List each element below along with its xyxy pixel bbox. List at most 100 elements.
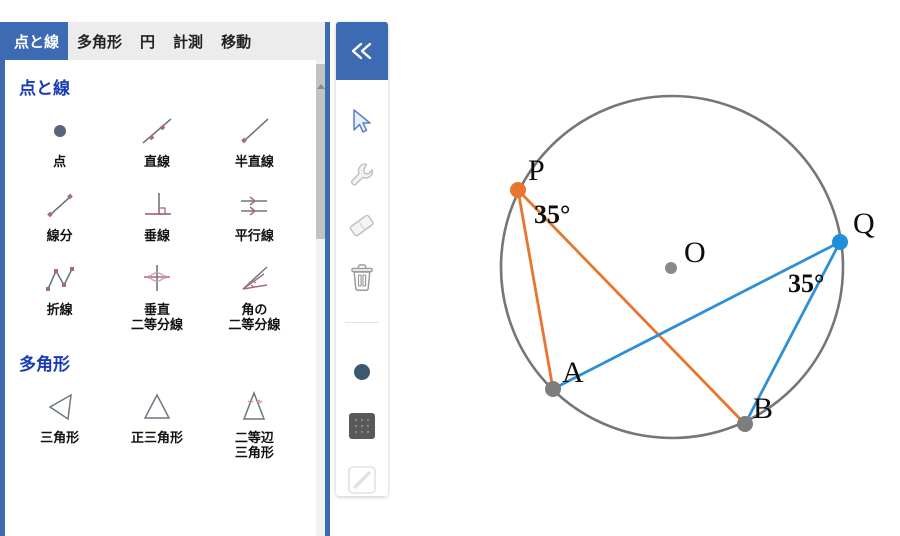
tool-label: 点	[53, 154, 67, 169]
scroll-up-arrow-icon[interactable]	[317, 84, 325, 89]
tool-button-isosceles-triangle[interactable]: 二等辺 三角形	[206, 379, 303, 464]
tool-button-perpendicular-bisector[interactable]: 垂直 二等分線	[108, 251, 205, 336]
point-B[interactable]	[737, 416, 753, 432]
filled-dot-icon	[354, 364, 370, 380]
section-title-0: 点と線	[19, 79, 70, 98]
panel-right-accent-stripe	[325, 22, 330, 536]
segment-icon-wrap	[37, 185, 83, 225]
point-Q[interactable]	[832, 234, 848, 250]
point-label-P: P	[528, 154, 545, 187]
double-chevron-left-icon	[351, 42, 372, 60]
eraser-tool-button[interactable]	[336, 200, 388, 252]
tool-button-point[interactable]: 点	[11, 103, 108, 177]
angle-bisector-icon	[242, 266, 268, 290]
settings-tool-button[interactable]	[336, 148, 388, 200]
tool-label: 平行線	[234, 228, 274, 243]
tab-2[interactable]: 円	[131, 22, 164, 60]
tool-list-scroll-area[interactable]: 点と線点 直線 半直線線分 垂線 平行線折線 垂直 二等分線 角の 二等分線多角形三角形 正三…	[5, 60, 316, 536]
tool-label: 垂線	[143, 228, 170, 243]
equilateral-triangle-icon	[143, 393, 171, 419]
parallel-line-icon-wrap	[231, 185, 277, 225]
tool-label: 角の 二等分線	[228, 302, 281, 332]
tab-label: 移動	[221, 33, 252, 51]
line-icon	[142, 118, 172, 144]
collapse-panel-button[interactable]	[336, 22, 388, 80]
equilateral-triangle-icon-wrap	[134, 387, 180, 427]
tool-label: 半直線	[234, 154, 274, 169]
tool-label: 正三角形	[130, 430, 183, 446]
tool-grid-0: 点 直線 半直線線分 垂線 平行線折線 垂直 二等分線 角の 二等分線	[11, 103, 303, 336]
tool-label: 三角形	[40, 430, 80, 446]
tab-label: 円	[140, 33, 156, 51]
section-title-1: 多角形	[19, 355, 70, 375]
angle-AQB: 35°	[788, 269, 824, 298]
tool-icon-rail	[336, 22, 388, 496]
tool-button-angle-bisector[interactable]: 角の 二等分線	[206, 251, 303, 336]
tool-panel: 点と線 多角形円計測 移動 点と線点直線 半直線 線分 垂線 平行線 折線 垂直 二等分線 角の …	[0, 22, 330, 536]
tool-label: 直線	[143, 154, 170, 169]
dotted-square-icon	[349, 413, 375, 439]
point-icon	[53, 125, 66, 137]
point-icon-wrap	[37, 111, 83, 151]
tool-button-perpendicular-line[interactable]: 垂線	[108, 177, 205, 251]
tab-label: 多角形	[77, 33, 123, 51]
angle-bisector-icon-wrap	[231, 259, 277, 299]
ray-icon	[241, 118, 269, 144]
point-style-button[interactable]	[336, 346, 388, 398]
tool-button-segment[interactable]: 線分	[11, 177, 108, 251]
point-label-Q: Q	[853, 207, 875, 240]
cursor-arrow-icon	[353, 109, 371, 133]
fill-style-button[interactable]	[336, 400, 388, 452]
polyline-icon-wrap	[37, 259, 83, 299]
geometry-canvas[interactable]: P Q A B O 35° 35°	[390, 0, 900, 536]
tool-label: 垂直 二等分線	[130, 302, 183, 332]
tool-button-polyline[interactable]: 折線	[11, 251, 108, 336]
point-label-O: O	[684, 236, 706, 269]
segment-icon	[46, 193, 73, 218]
perpendicular-bisector-icon	[143, 265, 170, 291]
diagonal-stroke-icon	[348, 466, 376, 494]
polyline-icon	[45, 267, 74, 291]
perpendicular-line-icon-wrap	[134, 185, 180, 225]
perpendicular-bisector-icon-wrap	[134, 259, 180, 299]
parallel-line-icon	[241, 196, 268, 216]
point-P[interactable]	[510, 182, 526, 198]
tab-label: 計測	[173, 33, 204, 51]
tool-button-triangle[interactable]: 三角形	[11, 379, 108, 464]
point-label-B: B	[753, 392, 773, 425]
tab-3[interactable]: 計測	[164, 22, 212, 60]
select-tool-button[interactable]	[336, 96, 388, 148]
geometry-figure[interactable]: P Q A B O 35° 35°	[390, 0, 900, 536]
tab-4[interactable]: 移動	[212, 22, 260, 60]
tab-1[interactable]: 多角形	[68, 22, 131, 60]
tool-grid-1: 三角形 正三角形 二等辺 三角形	[11, 379, 303, 464]
trash-icon	[351, 264, 373, 292]
isosceles-triangle-icon-wrap	[231, 387, 277, 427]
tab-label: 点と線	[14, 33, 60, 51]
triangle-icon	[48, 393, 72, 421]
tool-button-parallel-line[interactable]: 平行線	[206, 177, 303, 251]
perpendicular-line-icon	[144, 193, 171, 215]
point-O[interactable]	[665, 262, 677, 274]
rail-divider	[345, 322, 379, 323]
tool-label: 二等辺 三角形	[234, 430, 274, 460]
delete-all-button[interactable]	[336, 252, 388, 304]
wrench-icon	[350, 163, 373, 186]
point-label-A: A	[562, 356, 584, 389]
tool-panel-scrollbar-thumb[interactable]	[316, 64, 325, 239]
eraser-icon	[349, 214, 374, 237]
tool-button-ray[interactable]: 半直線	[206, 103, 303, 177]
line-icon-wrap	[134, 111, 180, 151]
triangle-icon-wrap	[37, 387, 83, 427]
tool-label: 線分	[46, 228, 73, 243]
isosceles-triangle-icon	[243, 391, 266, 420]
tab-0[interactable]: 点と線	[5, 22, 69, 60]
point-A[interactable]	[545, 381, 561, 397]
tool-button-line[interactable]: 直線	[108, 103, 205, 177]
ray-icon-wrap	[231, 111, 277, 151]
tool-category-tab-bar: 点と線 多角形円計測 移動	[5, 22, 325, 60]
tool-button-equilateral-triangle[interactable]: 正三角形	[108, 379, 205, 464]
line-style-button[interactable]	[336, 454, 388, 506]
angle-APB: 35°	[534, 200, 570, 229]
tool-label: 折線	[46, 302, 73, 317]
